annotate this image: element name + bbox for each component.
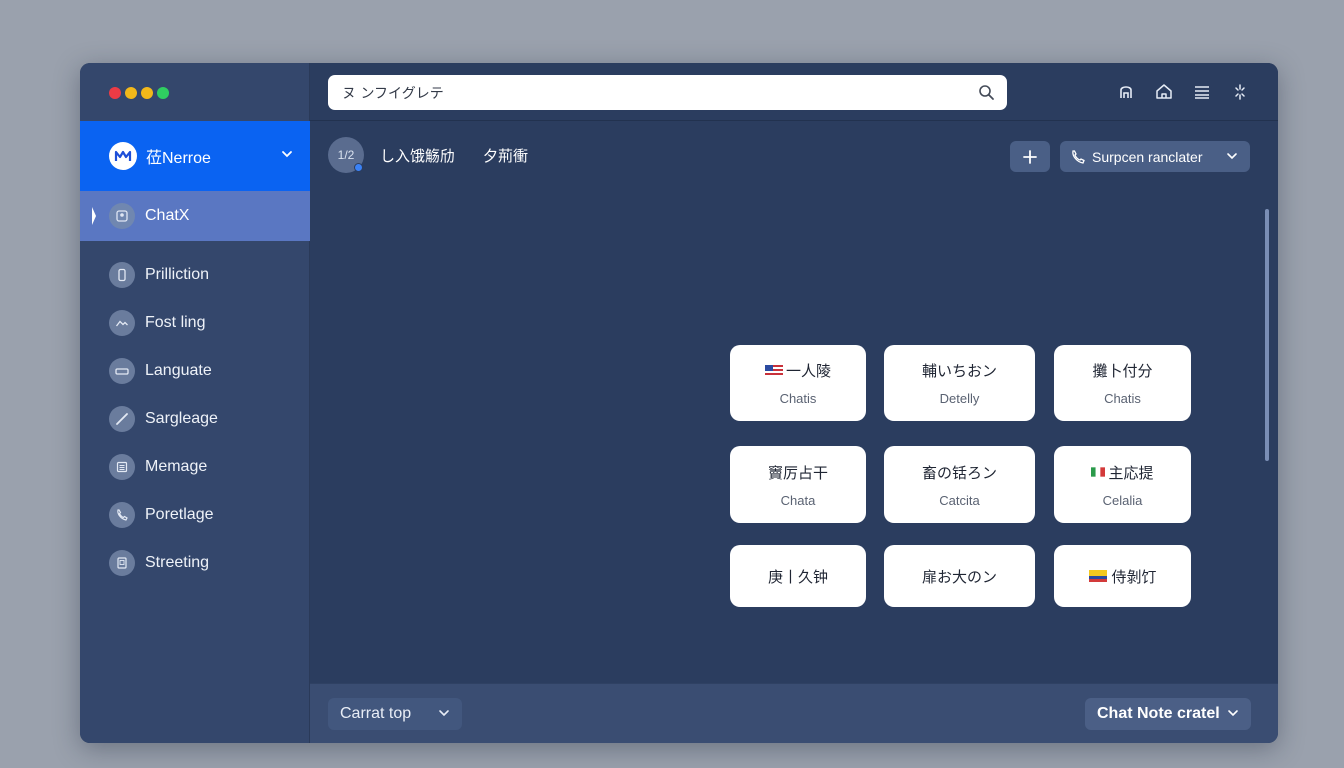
language-card[interactable]: 侍剝饤 [1054, 545, 1191, 607]
phone-icon [109, 502, 135, 528]
image-icon [109, 310, 135, 336]
us-flag-icon [764, 364, 783, 377]
sidebar-item-label: Fost ling [145, 314, 206, 331]
contact-name: し入饿觞劤 [380, 146, 456, 165]
sidebar-nav: Prillicti͏on Fost ling Languate Sargleag… [80, 251, 310, 587]
plus-icon [1023, 149, 1037, 164]
card-subtitle: Chatis [1104, 391, 1141, 406]
sidebar-item-label: Poretlage [145, 506, 214, 523]
language-card[interactable]: 輔いちおン Detelly [884, 345, 1035, 421]
window-controls [109, 87, 169, 99]
card-title: 庚丨久钟 [767, 567, 828, 586]
document-icon [109, 550, 135, 576]
card-title: 畜の铦ろン [921, 463, 997, 482]
chevron-down-icon [438, 707, 450, 719]
language-card[interactable]: 扉お大のン [884, 545, 1035, 607]
carrat-top-dropdown[interactable]: Carrat top [328, 698, 462, 730]
language-card[interactable]: 畜の铦ろン Catcita [884, 446, 1035, 523]
phone-device-icon [109, 262, 135, 288]
logo-icon [109, 142, 137, 170]
it-flag-icon [1091, 467, 1106, 477]
bottom-bar: Carrat top Chat Note cratel [310, 683, 1278, 743]
pen-icon [109, 406, 135, 432]
dropdown-label: Carrat top [340, 705, 412, 722]
sidebar-item-memage[interactable]: Memage [80, 443, 310, 491]
search-input[interactable] [342, 84, 942, 101]
search-box [328, 75, 1007, 110]
settings-icon[interactable] [1230, 82, 1250, 102]
sidebar: 莅Nerroe ChatX Prillicti͏on Fost ling Lan… [80, 63, 310, 743]
person-icon[interactable] [1116, 82, 1136, 102]
home-icon[interactable] [1154, 82, 1174, 102]
workspace-name: 莅Nerroe [146, 150, 211, 167]
app-window: 莅Nerroe ChatX Prillicti͏on Fost ling Lan… [80, 63, 1278, 743]
sidebar-item-label: Languate [145, 362, 212, 379]
sidebar-item-label: Sargleage [145, 410, 218, 427]
zoom-window-button[interactable] [141, 87, 153, 99]
chevron-down-icon [1226, 150, 1238, 162]
avatar[interactable]: 1/2 [328, 137, 364, 173]
card-title: 主応提 [1108, 463, 1154, 482]
scrollbar[interactable] [1265, 209, 1269, 461]
add-button[interactable] [1010, 141, 1050, 172]
phone-icon [1072, 149, 1085, 164]
sidebar-item-sargleage[interactable]: Sargleage [80, 395, 310, 443]
sidebar-item-languate[interactable]: Languate [80, 347, 310, 395]
dropdown-label: Surpcen ranclater [1092, 148, 1203, 165]
contact-status: 夕荊衝 [483, 146, 529, 165]
sidebar-item-prillicti-on[interactable]: Prillicti͏on [80, 251, 310, 299]
call-translator-dropdown[interactable]: Surpcen ranclater [1060, 141, 1250, 172]
avatar-text: 1/2 [337, 148, 355, 162]
active-marker-icon [92, 207, 96, 225]
card-title: 侍剝饤 [1111, 567, 1157, 586]
sidebar-item-streeting[interactable]: Streeting [80, 539, 310, 587]
top-bar [310, 63, 1278, 121]
card-title: 竇厉占干 [767, 463, 828, 482]
contact-icon [109, 203, 135, 229]
card-title: 攤卜付分 [1092, 362, 1153, 380]
sidebar-item-label: Streeting [145, 554, 210, 571]
card-subtitle: Catcita [939, 492, 980, 508]
sidebar-item-label: ChatX [145, 207, 190, 224]
sidebar-item-fost-ling[interactable]: Fost ling [80, 299, 310, 347]
search-icon[interactable] [978, 84, 995, 101]
list-icon[interactable] [1192, 82, 1212, 102]
workspace-switcher[interactable]: 莅Nerroe [80, 121, 310, 191]
close-window-button[interactable] [109, 87, 121, 99]
card-title: 輔いちおン [921, 362, 997, 380]
dropdown-label: Chat Note cratel [1097, 705, 1220, 722]
language-card[interactable]: 主応提 Celalia [1054, 446, 1191, 523]
minimize-window-button[interactable] [125, 87, 137, 99]
sidebar-item-label: Prillicti͏on [145, 266, 210, 283]
sidebar-item-label: Memage [145, 458, 208, 475]
co-flag-icon [1089, 570, 1108, 582]
card-subtitle: Detelly [939, 391, 980, 406]
online-status-icon [354, 163, 363, 172]
chat-note-dropdown[interactable]: Chat Note cratel [1085, 698, 1251, 730]
language-card-grid: 一人陵 Chatis 輔いちおン Detelly 攤卜付分 Chatis 竇厉占… [730, 345, 1192, 607]
card-title: 扉お大のン [921, 567, 997, 586]
fullscreen-window-button[interactable] [157, 87, 169, 99]
calendar-icon [109, 454, 135, 480]
chevron-down-icon [280, 147, 294, 161]
language-card[interactable]: 攤卜付分 Chatis [1054, 345, 1191, 421]
conversation-header: 1/2 し入饿觞劤 夕荊衝 [328, 137, 528, 173]
sidebar-item-chatx[interactable]: ChatX [80, 191, 310, 241]
card-title: 一人陵 [785, 362, 831, 380]
sidebar-item-poretlage[interactable]: Poretlage [80, 491, 310, 539]
card-subtitle: Chatis [779, 391, 817, 406]
keyboard-icon [109, 358, 135, 384]
card-title-row: 一人陵 [764, 360, 831, 381]
card-subtitle: Celalia [1102, 492, 1143, 508]
card-subtitle: Chata [780, 492, 816, 508]
card-title-row: 主応提 [1091, 462, 1154, 483]
language-card[interactable]: 庚丨久钟 [730, 545, 866, 607]
card-title-row: 侍剝饤 [1088, 566, 1157, 587]
top-toolbar [1116, 82, 1250, 102]
language-card[interactable]: 竇厉占干 Chata [730, 446, 866, 523]
chat-panel: 1/2 し入饿觞劤 夕荊衝 Surpcen ranclater 一人陵 Chat… [310, 121, 1278, 683]
language-card[interactable]: 一人陵 Chatis [730, 345, 866, 421]
chevron-down-icon [1227, 707, 1239, 719]
